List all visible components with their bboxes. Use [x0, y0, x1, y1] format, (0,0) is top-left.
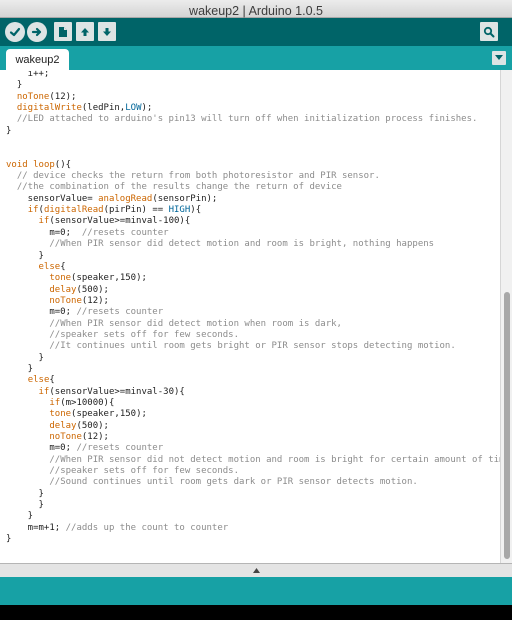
new-button[interactable] — [54, 22, 72, 41]
code-line: //LED attached to arduino's pin13 will t… — [16, 114, 478, 125]
code-line: } — [6, 511, 34, 522]
tab-wakeup2[interactable]: wakeup2 — [6, 49, 69, 70]
code-line: noTone(12); — [16, 91, 77, 102]
code-line: } — [6, 80, 23, 91]
code-line: // device checks the return from both ph… — [16, 171, 380, 182]
code-line: if(sensorValue>=minval-100){ — [38, 216, 191, 227]
code-line: m=0; //resets counter — [6, 307, 164, 318]
window-title: wakeup2 | Arduino 1.0.5 — [189, 4, 323, 18]
triangle-down-icon — [495, 55, 503, 60]
code-line: if(digitalRead(pirPin) == HIGH){ — [27, 205, 202, 216]
code-line: //When PIR sensor did detect motion when… — [49, 318, 342, 329]
code-line: } — [6, 125, 12, 136]
code-line: tone(speaker,150); — [49, 273, 147, 284]
code-line: digitalWrite(ledPin,LOW); — [16, 103, 153, 114]
toolbar — [0, 18, 512, 46]
tab-bar: wakeup2 — [0, 46, 512, 70]
code-line: if(m>10000){ — [49, 397, 115, 408]
arrow-down-icon — [103, 27, 111, 36]
code-line: else{ — [38, 261, 66, 272]
code-text[interactable]: i++; } noTone(12); digitalWrite(ledPin,L… — [6, 70, 500, 545]
code-line: m=0; //resets counter — [6, 227, 169, 238]
code-line: //speaker sets off for few seconds. — [49, 466, 240, 477]
arrow-up-icon — [81, 27, 89, 36]
code-line: delay(500); — [49, 284, 109, 295]
code-line: //When PIR sensor did detect motion and … — [49, 239, 435, 250]
code-line: } — [6, 352, 44, 363]
code-line: //speaker sets off for few seconds. — [49, 329, 240, 340]
scrollbar-thumb[interactable] — [504, 292, 510, 559]
code-line: //It continues until room gets bright or… — [49, 341, 456, 352]
code-line: else{ — [27, 375, 55, 386]
save-button[interactable] — [98, 22, 116, 41]
code-line: m=0; //resets counter — [6, 443, 164, 454]
code-line: m=m+1; //adds up the count to counter — [6, 522, 229, 533]
serial-monitor-button[interactable] — [480, 22, 498, 41]
tab-menu-button[interactable] — [492, 51, 506, 65]
chevron-up-icon — [252, 568, 260, 573]
verify-button[interactable] — [5, 22, 25, 42]
checkmark-icon — [9, 27, 21, 37]
code-line: } — [6, 534, 12, 545]
document-icon — [59, 26, 67, 37]
code-line: } — [6, 250, 44, 261]
code-line: sensorValue= analogRead(sensorPin); — [6, 193, 218, 204]
code-line: tone(speaker,150); — [49, 409, 147, 420]
arrow-right-icon — [31, 27, 42, 37]
code-line: i++; — [6, 70, 50, 79]
magnifier-icon — [483, 26, 495, 37]
status-bar — [0, 577, 512, 605]
code-line: } — [6, 488, 44, 499]
code-line: void loop(){ — [6, 159, 72, 170]
code-line: noTone(12); — [49, 432, 109, 442]
code-line: delay(500); — [49, 420, 109, 431]
window-titlebar: wakeup2 | Arduino 1.0.5 — [0, 0, 512, 18]
code-line: //Sound continues until room gets dark o… — [49, 477, 418, 488]
code-line: } — [6, 363, 34, 374]
upload-button[interactable] — [27, 22, 47, 42]
console-splitter[interactable] — [0, 563, 512, 577]
code-line: } — [6, 500, 44, 511]
code-line: if(sensorValue>=minval-30){ — [38, 386, 185, 397]
code-line: noTone(12); — [49, 295, 109, 306]
code-editor[interactable]: i++; } noTone(12); digitalWrite(ledPin,L… — [0, 70, 500, 563]
code-line: //the combination of the results change … — [16, 182, 342, 193]
editor-scrollbar[interactable] — [500, 70, 512, 563]
console-area — [0, 605, 512, 620]
open-button[interactable] — [76, 22, 94, 41]
code-line: //When PIR sensor did not detect motion … — [49, 454, 500, 465]
